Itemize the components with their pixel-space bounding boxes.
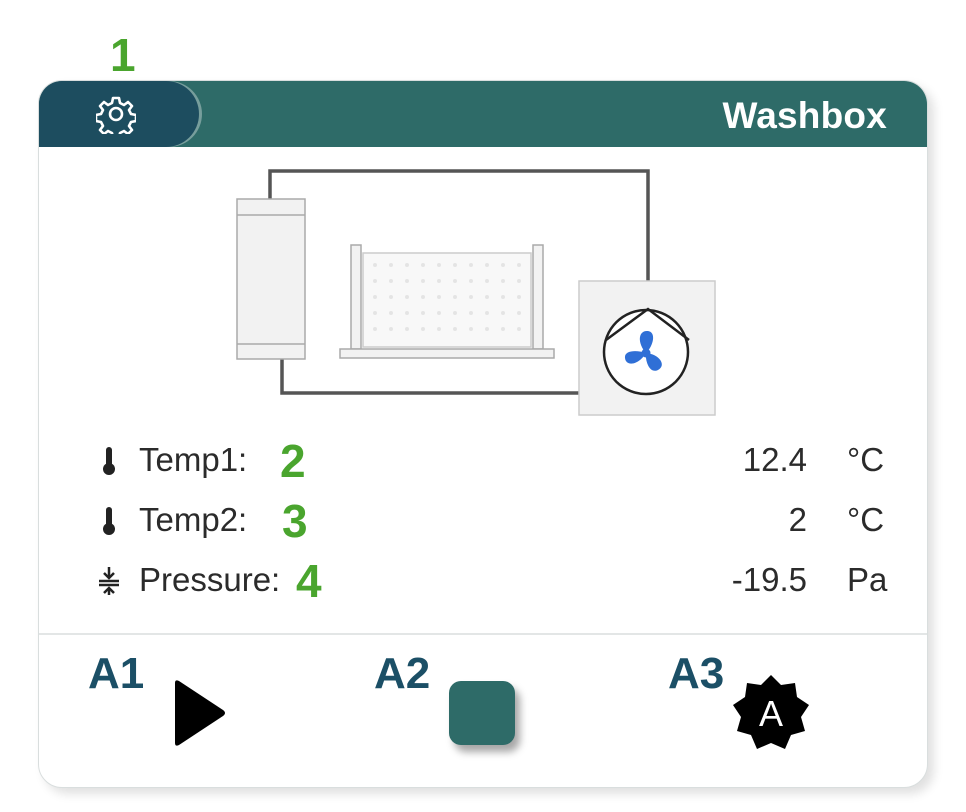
reading-row-pressure: Pressure: -19.5 Pa (39, 555, 927, 605)
auto-mode-letter: A (759, 693, 783, 734)
reading-unit: °C (847, 501, 885, 538)
callout-action-2: A2 (374, 649, 431, 698)
reading-row-temp1: Temp1: 12.4 °C (39, 435, 927, 485)
thermometer-icon (103, 447, 115, 475)
reading-unit: °C (847, 441, 885, 478)
washbox-schematic (236, 169, 716, 416)
start-button[interactable] (167, 677, 231, 749)
reading-value: 12.4 (742, 441, 807, 478)
callout-temp2: 3 (282, 495, 308, 547)
filter-column (236, 198, 306, 360)
card-header: Washbox (39, 81, 927, 147)
washbox-card: Washbox Temp1: 12.4 °C Temp2: 2 °C Press… (38, 80, 928, 788)
screen: 1 Washbox Temp1: 12.4 °C Temp2: 2 °C Pre… (0, 0, 966, 812)
reading-label: Pressure: (139, 561, 281, 598)
play-icon (175, 680, 225, 746)
readouts: Temp1: 12.4 °C Temp2: 2 °C Pressure: -19… (39, 431, 927, 631)
callout-settings: 1 (110, 29, 136, 81)
reading-unit: Pa (847, 561, 888, 598)
stop-button[interactable] (449, 681, 515, 745)
callout-action-3: A3 (668, 649, 725, 698)
callout-pressure: 4 (296, 555, 322, 607)
plate-holder (339, 244, 555, 359)
pipe-bottom (280, 359, 579, 395)
reading-row-temp2: Temp2: 2 °C (39, 495, 927, 545)
reading-label: Temp2: (139, 501, 248, 538)
callout-temp1: 2 (280, 435, 306, 487)
auto-mode-button[interactable]: A (729, 671, 813, 755)
reading-value: -19.5 (731, 561, 807, 598)
pressure-icon (99, 567, 119, 595)
thermometer-icon (103, 507, 115, 535)
reading-value: 2 (788, 501, 807, 538)
reading-label: Temp1: (139, 441, 248, 478)
card-title: Washbox (722, 95, 887, 136)
gear-icon (96, 96, 136, 134)
auto-mode-icon: A (733, 675, 809, 749)
fan-unit (578, 280, 716, 416)
actions-divider (39, 633, 927, 635)
callout-action-1: A1 (88, 649, 145, 698)
settings-button[interactable] (39, 81, 199, 147)
